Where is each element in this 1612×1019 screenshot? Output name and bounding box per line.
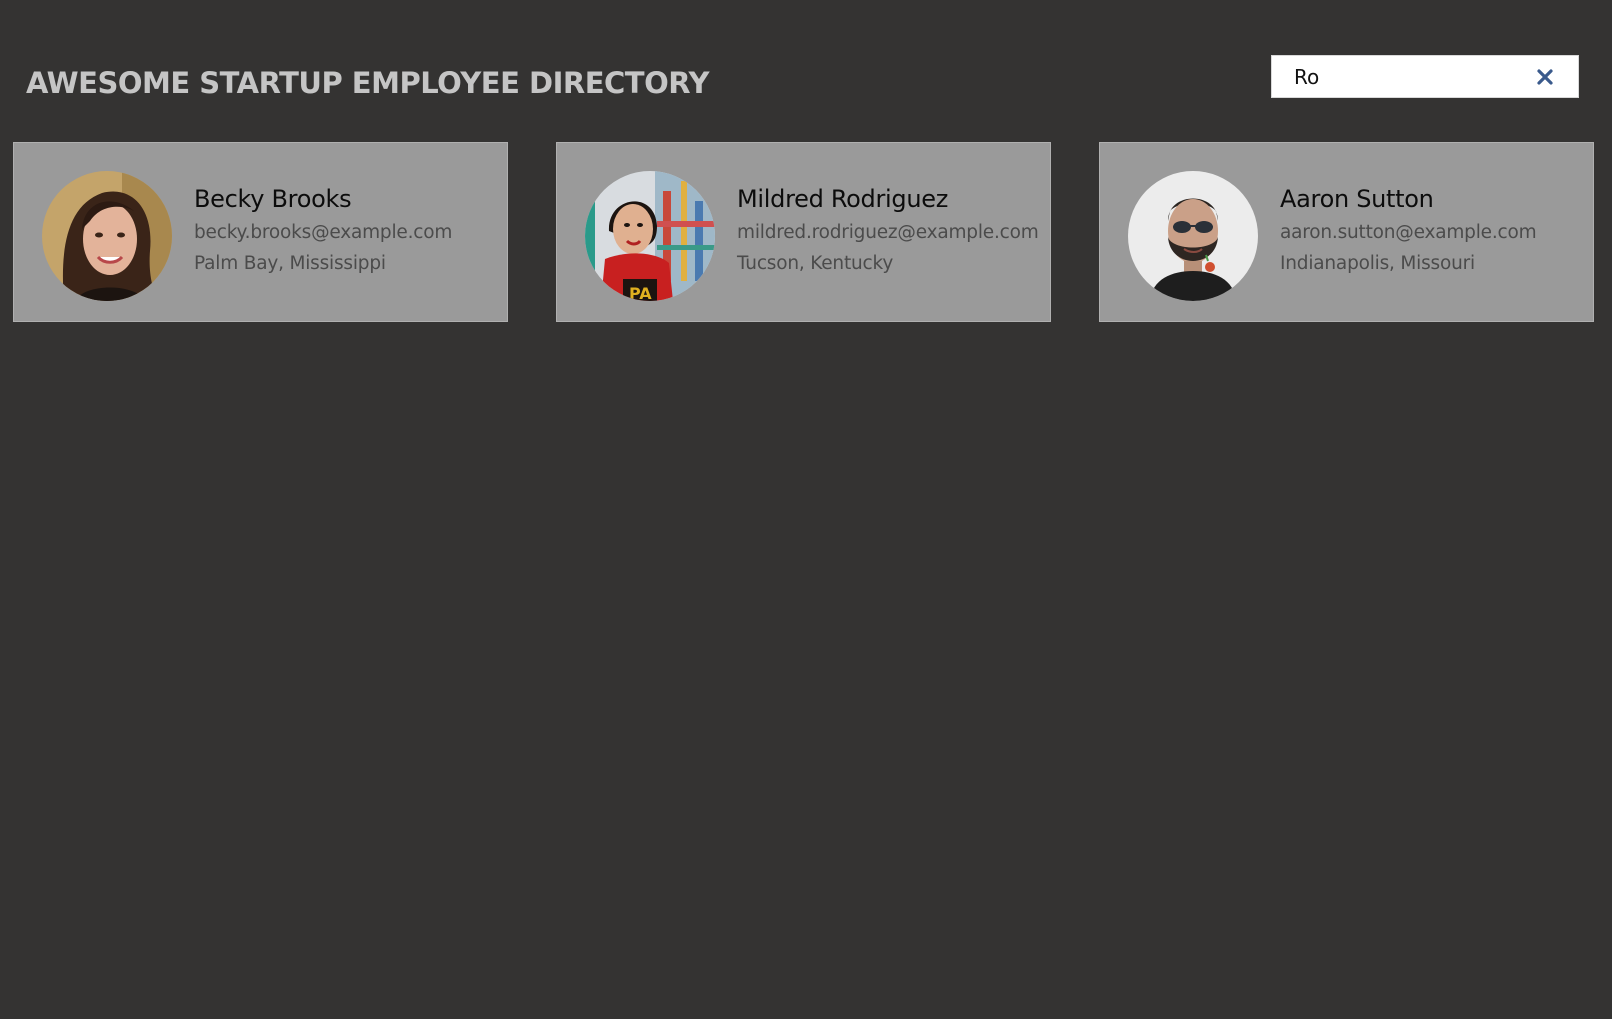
employee-name: Mildred Rodriguez: [737, 185, 949, 213]
close-icon[interactable]: [1535, 67, 1555, 87]
page-title: AWESOME STARTUP EMPLOYEE DIRECTORY: [26, 66, 709, 100]
search-input[interactable]: [1294, 56, 1534, 97]
employee-email: becky.brooks@example.com: [194, 222, 453, 243]
employee-name: Aaron Sutton: [1280, 185, 1434, 213]
employee-name: Becky Brooks: [194, 185, 352, 213]
employee-email: mildred.rodriguez@example.com: [737, 222, 1039, 243]
avatar: [42, 171, 172, 301]
employee-location: Palm Bay, Mississippi: [194, 253, 386, 274]
employee-email: aaron.sutton@example.com: [1280, 222, 1537, 243]
employee-card[interactable]: Becky Brooks becky.brooks@example.com Pa…: [13, 142, 508, 322]
employee-card[interactable]: PA Mildred Rodriguez mildred.rodriguez@e…: [556, 142, 1051, 322]
employee-location: Tucson, Kentucky: [737, 253, 894, 274]
avatar: [1128, 171, 1258, 301]
employee-location: Indianapolis, Missouri: [1280, 253, 1475, 274]
employee-info: Becky Brooks becky.brooks@example.com Pa…: [194, 183, 504, 276]
employee-card[interactable]: Aaron Sutton aaron.sutton@example.com In…: [1099, 142, 1594, 322]
avatar: PA: [585, 171, 715, 301]
employee-info: Aaron Sutton aaron.sutton@example.com In…: [1280, 183, 1590, 276]
svg-text:PA: PA: [629, 284, 652, 301]
employee-info: Mildred Rodriguez mildred.rodriguez@exam…: [737, 183, 1047, 276]
search-box[interactable]: [1271, 55, 1579, 98]
